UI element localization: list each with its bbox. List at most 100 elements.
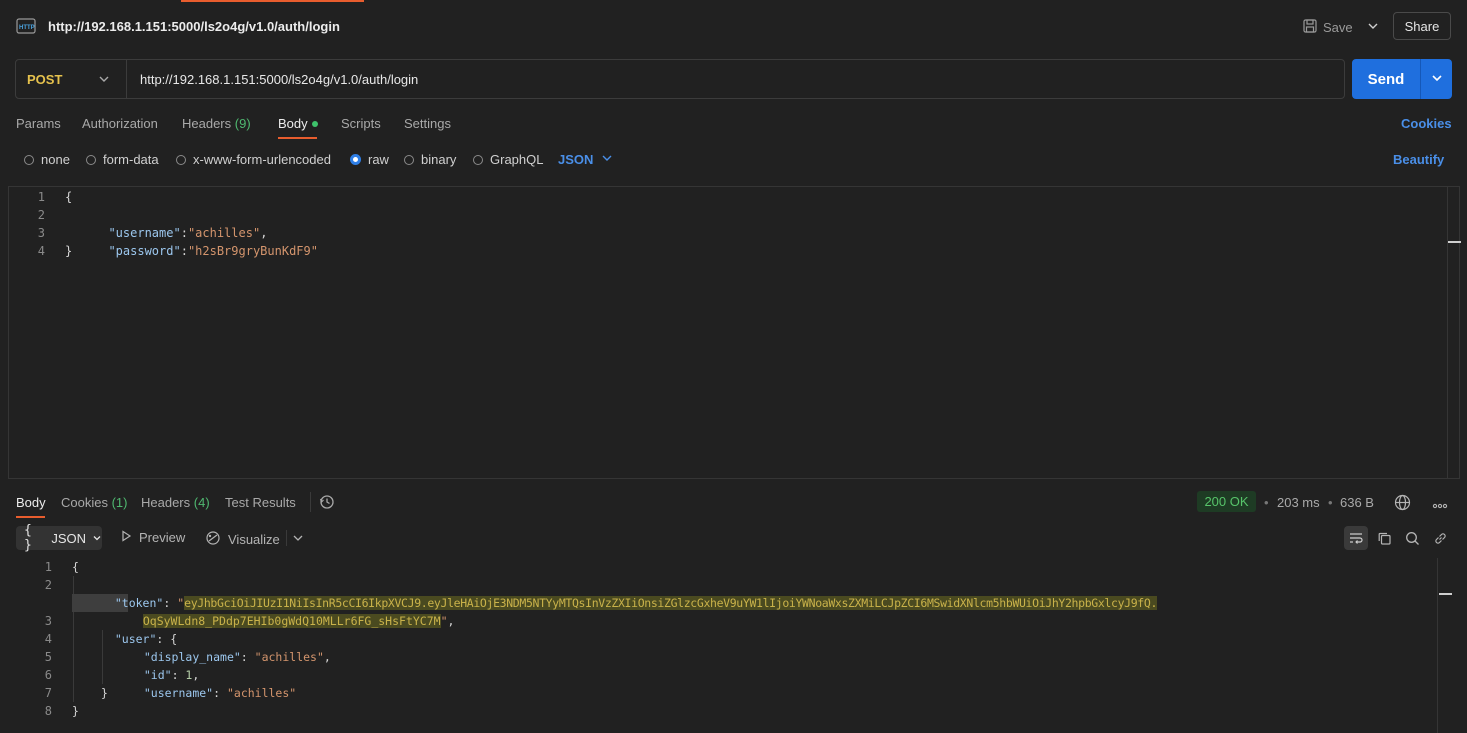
tab-authorization[interactable]: Authorization xyxy=(82,116,158,131)
scrollbar[interactable] xyxy=(1437,558,1438,733)
response-tab-body[interactable]: Body xyxy=(16,495,46,510)
tab-label: Body xyxy=(278,116,308,131)
preview-button[interactable]: Preview xyxy=(120,530,185,545)
scrollbar-thumb[interactable] xyxy=(1448,241,1461,243)
response-format-select[interactable]: { } JSON xyxy=(16,523,102,553)
radio-none[interactable]: none xyxy=(24,152,70,167)
radio-circle-icon xyxy=(24,154,34,165)
cookies-link[interactable]: Cookies xyxy=(1401,116,1452,131)
send-options-button[interactable] xyxy=(1421,59,1452,99)
share-button[interactable]: Share xyxy=(1393,12,1451,40)
headers-count: (4) xyxy=(193,495,210,510)
code-line: "username":"achilles", xyxy=(108,226,268,240)
braces-icon: { } xyxy=(24,523,32,553)
history-icon[interactable] xyxy=(319,494,335,513)
chevron-down-icon xyxy=(92,531,102,546)
tab-headers[interactable]: Headers (9) xyxy=(182,116,251,131)
json-key: "username" xyxy=(143,686,214,700)
response-tab-test-results[interactable]: Test Results xyxy=(225,495,296,510)
divider xyxy=(126,60,127,98)
active-tab-indicator xyxy=(181,0,364,2)
radio-label: raw xyxy=(368,152,389,167)
beautify-button[interactable]: Beautify xyxy=(1393,152,1444,167)
line-number: 5 xyxy=(44,650,52,664)
tab-params[interactable]: Params xyxy=(16,116,61,131)
tab-scripts[interactable]: Scripts xyxy=(341,116,381,131)
more-options-icon[interactable] xyxy=(1432,498,1448,513)
chevron-down-icon xyxy=(601,152,613,167)
code-brace: { xyxy=(72,560,79,574)
radio-urlencoded[interactable]: x-www-form-urlencoded xyxy=(176,152,331,167)
radio-label: none xyxy=(41,152,70,167)
separator: • xyxy=(1328,495,1333,510)
json-value: "achilles" xyxy=(254,650,324,664)
radio-graphql[interactable]: GraphQL xyxy=(473,152,543,167)
play-icon xyxy=(120,530,132,545)
radio-label: GraphQL xyxy=(490,152,544,167)
link-icon[interactable] xyxy=(1428,526,1452,550)
visualize-icon xyxy=(205,530,221,549)
save-label: Save xyxy=(1323,19,1353,35)
request-title[interactable]: http://192.168.1.151:5000/ls2o4g/v1.0/au… xyxy=(48,19,340,34)
divider xyxy=(286,530,287,546)
token-value-continued[interactable]: OqSyWLdn8_PDdp7EHIb0gWdQ10MLLr6FG_sHsFtY… xyxy=(142,614,441,628)
code-line-token: "token": "eyJhbGciOiJIUzI1NiIsInR5cCI6Ik… xyxy=(114,596,1158,610)
code-brace: } xyxy=(65,244,73,258)
radio-raw[interactable]: raw xyxy=(350,152,389,167)
code-line: "username": "achilles" xyxy=(143,686,297,700)
radio-form-data[interactable]: form-data xyxy=(86,152,159,167)
radio-binary[interactable]: binary xyxy=(404,152,456,167)
code-line: "id": 1, xyxy=(143,668,200,682)
scrollbar[interactable] xyxy=(1447,187,1448,478)
line-number: 4 xyxy=(37,244,45,258)
cookies-count: (1) xyxy=(111,495,128,510)
divider xyxy=(1420,59,1421,99)
globe-icon[interactable] xyxy=(1394,494,1411,514)
copy-icon[interactable] xyxy=(1372,526,1396,550)
search-icon[interactable] xyxy=(1400,526,1424,550)
radio-circle-icon xyxy=(473,154,483,165)
svg-text:HTTP: HTTP xyxy=(19,25,35,31)
save-button[interactable]: Save xyxy=(1303,17,1353,37)
method-select[interactable]: POST xyxy=(27,72,62,87)
json-value: "achilles" xyxy=(226,686,297,700)
line-number: 1 xyxy=(44,560,52,574)
separator: • xyxy=(1264,495,1269,510)
preview-label: Preview xyxy=(139,530,186,545)
code-line-token-wrap: OqSyWLdn8_PDdp7EHIb0gWdQ10MLLr6FG_sHsFtY… xyxy=(142,614,455,628)
tab-label: Headers xyxy=(182,116,232,131)
status-badge[interactable]: 200 OK xyxy=(1197,491,1256,512)
save-icon xyxy=(1303,18,1317,36)
url-input[interactable]: http://192.168.1.151:5000/ls2o4g/v1.0/au… xyxy=(140,72,418,87)
http-icon: HTTP xyxy=(16,16,38,36)
tab-body[interactable]: Body xyxy=(278,116,318,131)
tab-label: Cookies xyxy=(61,495,108,510)
code-brace: { xyxy=(65,190,73,204)
tab-label: Headers xyxy=(141,495,191,510)
code-line: "password":"h2sBr9gryBunKdF9" xyxy=(108,244,318,258)
chevron-down-icon xyxy=(1430,71,1444,88)
chevron-down-icon[interactable] xyxy=(97,72,111,86)
line-number: 4 xyxy=(44,632,52,646)
tab-settings[interactable]: Settings xyxy=(404,116,451,131)
visualize-button[interactable]: Visualize xyxy=(205,530,280,549)
active-tab-underline xyxy=(278,137,317,139)
line-number: 6 xyxy=(44,668,52,682)
line-number: 8 xyxy=(44,704,52,718)
send-button[interactable]: Send xyxy=(1352,59,1420,99)
wrap-lines-icon[interactable] xyxy=(1344,526,1368,550)
radio-circle-icon xyxy=(404,154,414,165)
scrollbar-thumb[interactable] xyxy=(1439,593,1452,595)
code-brace: } xyxy=(101,686,108,700)
radio-label: binary xyxy=(421,152,457,167)
code-line: "display_name": "achilles", xyxy=(143,650,331,664)
radio-circle-icon xyxy=(86,154,96,165)
code-line: "user": { xyxy=(114,632,178,646)
response-size[interactable]: 636 B xyxy=(1340,495,1374,510)
chevron-down-icon[interactable] xyxy=(292,532,304,547)
response-time[interactable]: 203 ms xyxy=(1277,495,1320,510)
response-tab-cookies[interactable]: Cookies (1) xyxy=(61,495,127,510)
response-tab-headers[interactable]: Headers (4) xyxy=(141,495,210,510)
format-select[interactable]: JSON xyxy=(558,152,613,167)
chevron-down-icon[interactable] xyxy=(1366,19,1380,33)
